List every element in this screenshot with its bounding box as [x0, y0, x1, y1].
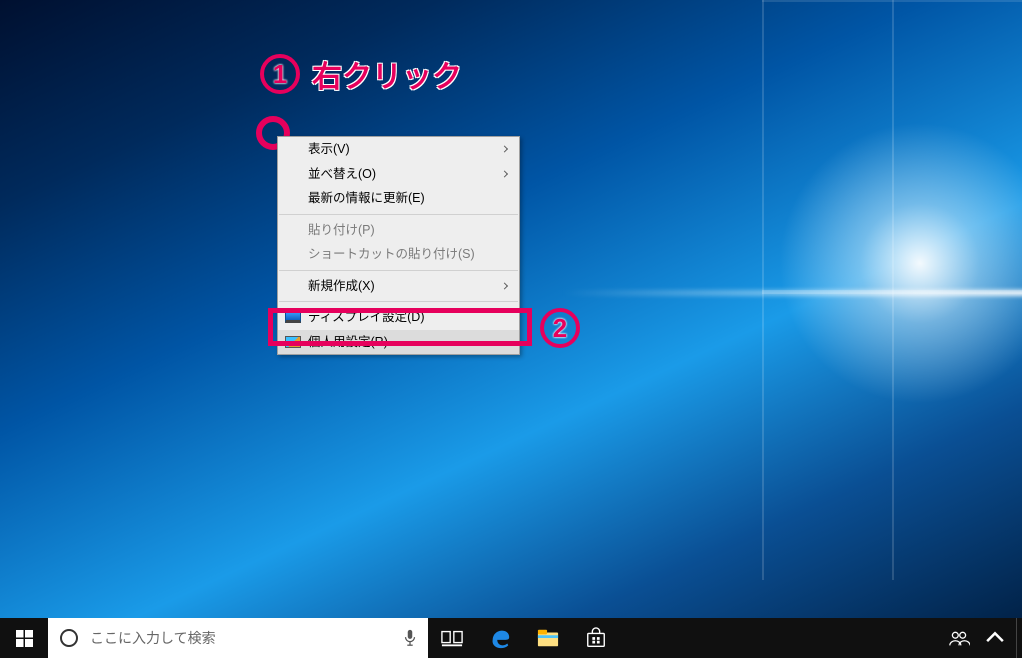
taskbar-tray: [942, 618, 1016, 658]
wallpaper-light-flare: [562, 290, 1022, 296]
ctx-separator: [279, 270, 518, 271]
microphone-icon[interactable]: [392, 629, 428, 647]
windows-logo-icon: [16, 630, 33, 647]
ctx-item-paste: 貼り付け(P): [278, 218, 519, 243]
desktop-wallpaper[interactable]: 1 右クリック 表示(V) 並べ替え(O) 最新の情報に更新(E) 貼り付け(P…: [0, 0, 1022, 658]
ctx-item-label: ショートカットの貼り付け(S): [308, 247, 475, 261]
annotation-number-2-icon: 2: [540, 308, 580, 348]
annotation-step-1: 1 右クリック: [260, 52, 462, 96]
taskbar-search-box[interactable]: ここに入力して検索: [48, 618, 428, 658]
annotation-step-1-label: 右クリック: [312, 52, 462, 96]
ctx-item-new[interactable]: 新規作成(X): [278, 274, 519, 299]
ctx-item-paste-shortcut: ショートカットの貼り付け(S): [278, 242, 519, 267]
file-explorer-icon: [537, 627, 559, 649]
ctx-item-label: 最新の情報に更新(E): [308, 191, 425, 205]
edge-icon: [489, 627, 511, 649]
ctx-item-display-settings[interactable]: ディスプレイ設定(D): [278, 305, 519, 330]
personalize-icon: [285, 336, 301, 348]
ctx-item-label: 表示(V): [308, 142, 350, 156]
annotation-number-1-icon: 1: [260, 54, 300, 94]
ctx-item-label: 新規作成(X): [308, 279, 375, 293]
ctx-item-label: 並べ替え(O): [308, 167, 376, 181]
ctx-item-label: 貼り付け(P): [308, 223, 375, 237]
people-icon: [948, 627, 970, 649]
chevron-right-icon: [501, 282, 508, 289]
taskbar-app-store[interactable]: [572, 618, 620, 658]
chevron-up-icon: [984, 627, 1006, 649]
ctx-item-label: ディスプレイ設定(D): [308, 310, 424, 324]
store-icon: [585, 627, 607, 649]
taskbar-app-edge[interactable]: [476, 618, 524, 658]
annotation-step-2: 2: [540, 308, 580, 348]
taskbar-app-explorer[interactable]: [524, 618, 572, 658]
cortana-icon: [48, 629, 90, 647]
desktop-context-menu: 表示(V) 並べ替え(O) 最新の情報に更新(E) 貼り付け(P) ショートカッ…: [277, 136, 520, 355]
chevron-right-icon: [501, 170, 508, 177]
tray-people-button[interactable]: [942, 618, 976, 658]
start-button[interactable]: [0, 618, 48, 658]
ctx-separator: [279, 301, 518, 302]
show-desktop-button[interactable]: [1016, 618, 1022, 658]
task-view-button[interactable]: [428, 618, 476, 658]
search-placeholder: ここに入力して検索: [90, 628, 392, 648]
chevron-right-icon: [501, 146, 508, 153]
ctx-item-view[interactable]: 表示(V): [278, 137, 519, 162]
wallpaper-pane-overlay: [762, 0, 1022, 580]
ctx-separator: [279, 214, 518, 215]
ctx-item-refresh[interactable]: 最新の情報に更新(E): [278, 186, 519, 211]
taskbar: ここに入力して検索: [0, 618, 1022, 658]
monitor-icon: [285, 311, 301, 323]
task-view-icon: [441, 627, 463, 649]
tray-overflow-button[interactable]: [978, 618, 1012, 658]
ctx-item-sort[interactable]: 並べ替え(O): [278, 162, 519, 187]
ctx-item-personalize[interactable]: 個人用設定(R): [278, 330, 519, 355]
ctx-item-label: 個人用設定(R): [308, 335, 388, 349]
